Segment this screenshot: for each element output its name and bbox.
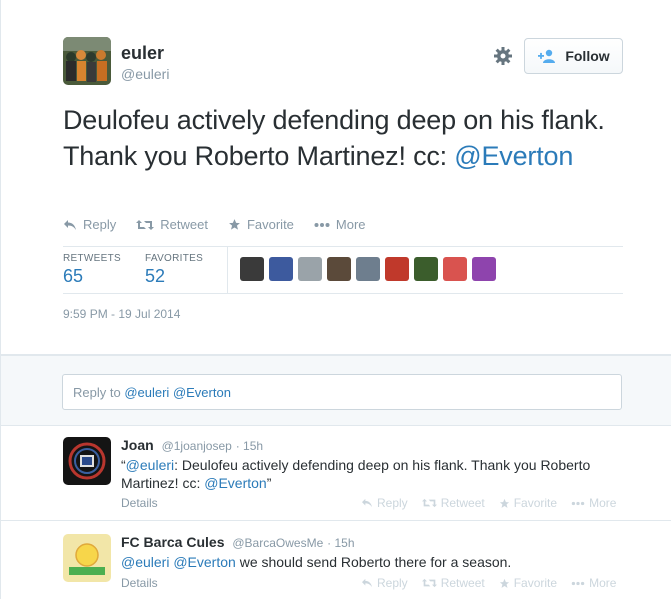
- reply-icon: [362, 578, 372, 588]
- author-name[interactable]: euler: [121, 43, 164, 64]
- reply-label: Reply: [377, 496, 408, 510]
- details-link[interactable]: Details: [121, 496, 158, 510]
- reply-actions: Reply Retweet Favorite More: [361, 576, 616, 590]
- follow-label: Follow: [565, 48, 610, 64]
- more-label: More: [589, 496, 617, 510]
- author-handle[interactable]: @euleri: [121, 66, 169, 82]
- stats-divider: [227, 247, 228, 293]
- main-tweet: euler @euleri Follow Deulofeu actively d…: [1, 0, 671, 355]
- retweet-button[interactable]: Retweet: [421, 496, 485, 510]
- retweet-label: Retweet: [440, 576, 485, 590]
- favorite-button[interactable]: Favorite: [499, 496, 557, 510]
- retweet-icon: [421, 578, 437, 588]
- tweet-stats: RETWEETS 65 FAVORITES 52: [63, 253, 227, 287]
- favoriter-avatars: [240, 257, 496, 281]
- mention-link[interactable]: @Everton: [204, 475, 266, 491]
- reply-author[interactable]: Joan @1joanjosep · 15h: [121, 437, 263, 453]
- reply-text-body: we should send Roberto there for a seaso…: [235, 554, 512, 570]
- favoriter-avatar[interactable]: [298, 257, 322, 281]
- avatar[interactable]: [63, 534, 111, 582]
- favoriter-avatar[interactable]: [414, 257, 438, 281]
- divider: [63, 246, 623, 247]
- retweet-label: Retweet: [440, 496, 485, 510]
- reply-time: · 15h: [235, 439, 264, 453]
- favoriter-avatar[interactable]: [240, 257, 264, 281]
- favoriter-avatar[interactable]: [356, 257, 380, 281]
- reply-input[interactable]: Reply to @euleri @Everton: [62, 374, 622, 410]
- reply-tweet[interactable]: FC Barca Cules @BarcaOwesMe · 15h @euler…: [1, 521, 671, 599]
- retweets-count: 65: [63, 266, 84, 286]
- avatar[interactable]: [63, 437, 111, 485]
- more-label: More: [589, 576, 617, 590]
- reply-author-handle: @1joanjosep: [161, 439, 232, 453]
- retweet-icon: [136, 219, 155, 230]
- retweets-stat-label: RETWEETS: [63, 253, 121, 264]
- more-button[interactable]: More: [571, 576, 616, 590]
- reply-time: · 15h: [327, 536, 355, 550]
- reply-tweet[interactable]: Joan @1joanjosep · 15h “@euleri: Deulofe…: [1, 426, 671, 521]
- avatar[interactable]: [63, 37, 111, 85]
- favoriter-avatar[interactable]: [327, 257, 351, 281]
- tweet-text: Deulofeu actively defending deep on his …: [63, 102, 623, 174]
- add-user-icon: [538, 49, 556, 63]
- tweet-detail-card: euler @euleri Follow Deulofeu actively d…: [0, 0, 671, 599]
- more-button[interactable]: More: [314, 217, 366, 232]
- star-icon: [499, 498, 509, 508]
- favorite-label: Favorite: [513, 576, 558, 590]
- favorites-count: 52: [145, 266, 166, 286]
- reply-label: Reply: [83, 217, 117, 232]
- retweet-label: Retweet: [160, 217, 208, 232]
- retweet-button[interactable]: Retweet: [136, 217, 208, 232]
- favoriter-avatar[interactable]: [472, 257, 496, 281]
- reply-actions: Reply Retweet Favorite More: [361, 496, 616, 510]
- mention-link[interactable]: @Everton: [173, 554, 235, 570]
- reply-prefix: Reply to: [73, 385, 125, 400]
- reply-button[interactable]: Reply: [361, 576, 408, 590]
- reply-button[interactable]: Reply: [361, 496, 408, 510]
- tweet-timestamp[interactable]: 9:59 PM - 19 Jul 2014: [63, 307, 180, 321]
- gear-icon[interactable]: [491, 44, 515, 68]
- favoriter-avatar[interactable]: [385, 257, 409, 281]
- more-button[interactable]: More: [571, 496, 616, 510]
- favorite-button[interactable]: Favorite: [228, 217, 294, 232]
- details-link[interactable]: Details: [121, 576, 158, 590]
- reply-text: “@euleri: Deulofeu actively defending de…: [121, 456, 621, 492]
- favorite-button[interactable]: Favorite: [499, 576, 557, 590]
- retweet-icon: [421, 498, 437, 508]
- mention-link[interactable]: @Everton: [454, 141, 573, 171]
- reply-author-name: Joan: [121, 437, 154, 453]
- more-dots-icon: [314, 222, 330, 227]
- favorites-stat-label: FAVORITES: [145, 253, 204, 264]
- more-dots-icon: [571, 501, 585, 505]
- reply-quote-close: ”: [266, 475, 272, 491]
- mention-link[interactable]: @euleri: [126, 457, 174, 473]
- favoriter-avatar[interactable]: [443, 257, 467, 281]
- reply-author-name: FC Barca Cules: [121, 534, 225, 550]
- reply-label: Reply: [377, 576, 408, 590]
- star-icon: [229, 219, 240, 230]
- favorite-label: Favorite: [246, 217, 294, 232]
- mention-link[interactable]: @euleri: [121, 554, 169, 570]
- reply-author-handle: @BarcaOwesMe: [232, 536, 324, 550]
- reply-area: Reply to @euleri @Everton: [1, 355, 671, 426]
- reply-mention-1: @euleri: [124, 385, 170, 400]
- favoriter-avatar[interactable]: [269, 257, 293, 281]
- retweet-button[interactable]: Retweet: [421, 576, 485, 590]
- reply-mention-2: @Everton: [172, 385, 231, 400]
- divider: [63, 293, 623, 294]
- retweets-stat[interactable]: RETWEETS 65: [63, 253, 145, 287]
- favorites-stat[interactable]: FAVORITES 52: [145, 253, 227, 287]
- star-icon: [499, 578, 509, 588]
- reply-icon: [362, 498, 372, 508]
- reply-text-body: : Deulofeu actively defending deep on hi…: [121, 457, 591, 491]
- reply-text: @euleri @Everton we should send Roberto …: [121, 553, 621, 571]
- more-label: More: [335, 217, 366, 232]
- more-dots-icon: [571, 581, 585, 585]
- favorite-label: Favorite: [513, 496, 558, 510]
- follow-button[interactable]: Follow: [524, 38, 623, 74]
- reply-icon: [64, 219, 76, 230]
- tweet-actions: Reply Retweet Favorite More: [63, 217, 366, 232]
- reply-button[interactable]: Reply: [63, 217, 116, 232]
- reply-author[interactable]: FC Barca Cules @BarcaOwesMe · 15h: [121, 534, 355, 550]
